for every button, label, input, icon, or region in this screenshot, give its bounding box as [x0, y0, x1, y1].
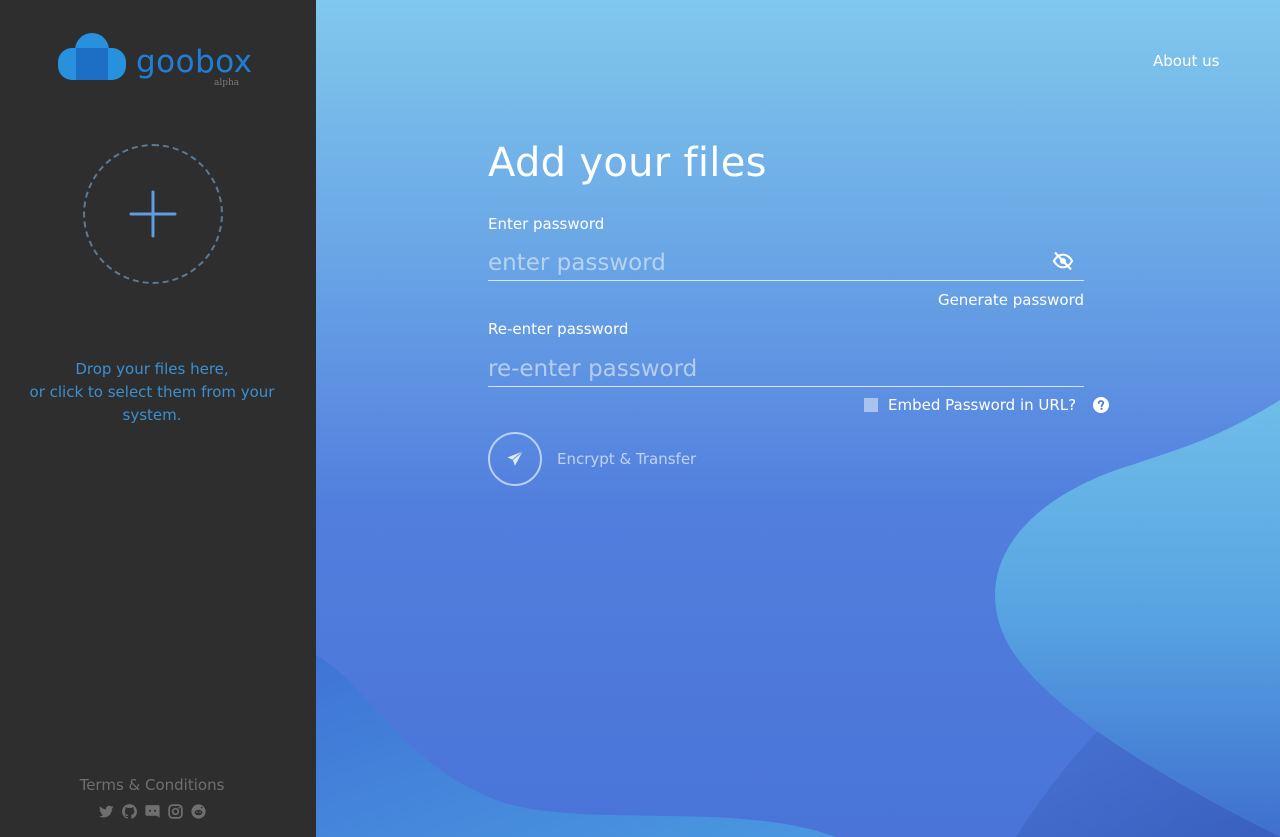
- dropzone-instructions[interactable]: Drop your files here, or click to select…: [0, 358, 304, 427]
- question-circle-icon[interactable]: [1093, 397, 1110, 413]
- reenter-password-input[interactable]: [488, 352, 1084, 387]
- generate-password-link[interactable]: Generate password: [934, 291, 1084, 309]
- encrypt-transfer-label: Encrypt & Transfer: [557, 450, 697, 468]
- terms-link[interactable]: Terms & Conditions: [0, 776, 304, 794]
- about-us-link[interactable]: About us: [1153, 52, 1219, 70]
- instagram-icon[interactable]: [167, 803, 184, 820]
- sidebar: goobox alpha Drop your files here, or cl…: [0, 0, 316, 837]
- reddit-icon[interactable]: [190, 803, 207, 820]
- plus-icon: [129, 190, 177, 238]
- password-label: Enter password: [488, 215, 605, 233]
- brand-name: goobox: [136, 44, 253, 80]
- brand-subtitle: alpha: [214, 78, 240, 88]
- embed-password-label: Embed Password in URL?: [888, 396, 1077, 414]
- encrypt-transfer-button[interactable]: Encrypt & Transfer: [488, 432, 696, 486]
- twitter-icon[interactable]: [98, 803, 115, 820]
- app-window: goobox alpha Drop your files here, or cl…: [0, 0, 1280, 837]
- main-panel: About us Add your files Enter password G…: [316, 0, 1280, 837]
- github-icon[interactable]: [121, 803, 138, 820]
- social-links: [98, 803, 207, 821]
- dropzone-button[interactable]: [83, 144, 223, 284]
- embed-password-row: Embed Password in URL?: [864, 396, 1110, 414]
- dropzone-line-2: or click to select them from your: [29, 383, 275, 401]
- password-input[interactable]: [488, 246, 1084, 281]
- page-title: Add your files: [488, 140, 767, 186]
- reenter-password-label: Re-enter password: [488, 320, 629, 338]
- logo: goobox alpha: [56, 30, 256, 90]
- cloud-logo-icon: [58, 33, 126, 80]
- upload-form: Add your files Enter password Generate p…: [488, 140, 1128, 486]
- send-circle: [488, 432, 542, 486]
- discord-icon[interactable]: [144, 803, 161, 820]
- paper-plane-icon: [507, 451, 523, 466]
- embed-password-checkbox[interactable]: [864, 398, 878, 412]
- eye-slash-icon[interactable]: [1052, 250, 1074, 272]
- background-waves: [316, 400, 1280, 837]
- dropzone-line-3: system.: [122, 406, 182, 424]
- dropzone-line-1: Drop your files here,: [75, 360, 229, 378]
